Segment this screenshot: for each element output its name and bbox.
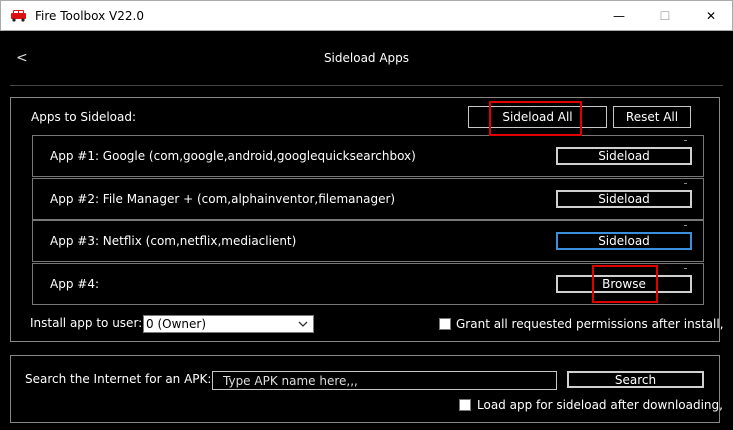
sideload-button-app-3[interactable]: Sideload	[556, 232, 692, 250]
close-icon[interactable]: ✕	[688, 1, 733, 31]
maximize-icon[interactable]: ☐	[642, 1, 688, 31]
apk-search-input[interactable]: Type APK name here,,,	[212, 371, 557, 390]
chevron-down-icon	[295, 316, 311, 332]
app-row-label: App #1: Google (com,google,android,googl…	[50, 149, 416, 163]
reset-all-button[interactable]: Reset All	[613, 106, 691, 128]
page-title: Sideload Apps	[323, 51, 410, 65]
row-marker	[684, 183, 687, 184]
load-after-download-label: Load app for sideload after downloading,	[477, 398, 723, 412]
install-user-label: Install app to user:	[30, 316, 143, 330]
app-row-label: App #4:	[50, 277, 99, 291]
grant-permissions-label: Grant all requested permissions after in…	[456, 317, 724, 331]
title-bar: Fire Toolbox V22.0 — ☐ ✕	[0, 0, 733, 31]
sideload-button-app-1[interactable]: Sideload	[556, 147, 692, 165]
install-user-value: 0 (Owner)	[146, 317, 206, 331]
app-row-label: App #3: Netflix (com,netflix,mediaclient…	[50, 234, 297, 248]
row-marker	[684, 225, 687, 226]
browse-button-app-4[interactable]: Browse	[556, 275, 692, 293]
minimize-icon[interactable]: —	[596, 1, 642, 31]
window-title: Fire Toolbox V22.0	[35, 9, 144, 23]
search-label: Search the Internet for an APK:	[25, 372, 212, 386]
search-button[interactable]: Search	[567, 371, 704, 388]
sideload-all-button[interactable]: Sideload All	[468, 106, 607, 128]
grant-permissions-checkbox[interactable]	[439, 318, 451, 330]
sideload-button-app-2[interactable]: Sideload	[556, 190, 692, 208]
row-marker	[684, 140, 687, 141]
load-after-download-checkbox[interactable]	[459, 399, 471, 411]
app-row-label: App #2: File Manager + (com,alphainvento…	[50, 192, 396, 206]
red-car-icon	[11, 10, 26, 22]
install-user-select[interactable]: 0 (Owner)	[143, 315, 314, 333]
apps-section-label: Apps to Sideload:	[31, 110, 137, 124]
row-marker	[684, 268, 687, 269]
header-divider	[10, 85, 723, 86]
